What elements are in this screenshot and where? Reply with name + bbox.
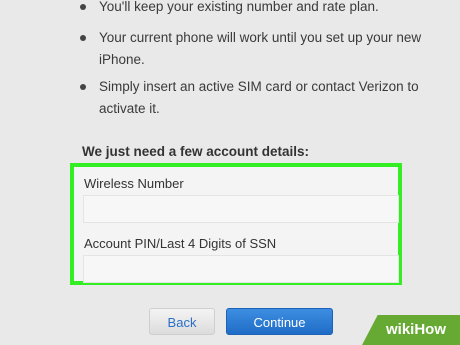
- watermark-wiki: wiki: [385, 321, 415, 338]
- bullet-keep-number: You'll keep your existing number and rat…: [78, 0, 438, 18]
- account-details-heading: We just need a few account details:: [82, 144, 310, 159]
- account-form-highlight: Wireless Number Account PIN/Last 4 Digit…: [70, 163, 402, 285]
- bullet-sim-card: Simply insert an active SIM card or cont…: [78, 76, 438, 120]
- wikihow-logo: wikiHow: [362, 315, 460, 345]
- account-pin-label: Account PIN/Last 4 Digits of SSN: [84, 236, 277, 251]
- wireless-number-label: Wireless Number: [84, 176, 184, 191]
- continue-button[interactable]: Continue: [226, 308, 333, 335]
- watermark-how: How: [414, 321, 447, 338]
- bullet-current-phone: Your current phone will work until you s…: [78, 27, 438, 71]
- back-button[interactable]: Back: [149, 308, 215, 335]
- account-pin-input[interactable]: [83, 255, 399, 283]
- wireless-number-input[interactable]: [83, 195, 399, 223]
- info-bullets: You'll keep your existing number and rat…: [78, 0, 438, 125]
